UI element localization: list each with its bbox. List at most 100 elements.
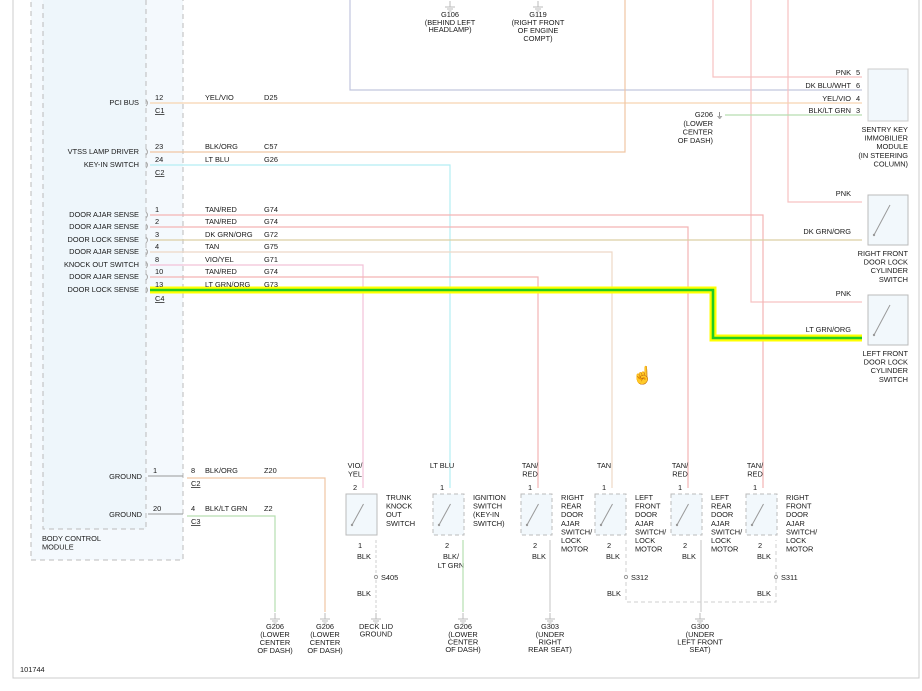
wire-tan-red (150, 214, 764, 488)
circuit-number: G73 (264, 280, 278, 289)
splice-id: S312 (631, 573, 648, 582)
component-name: SWITCH (879, 275, 908, 284)
switch-box (670, 493, 703, 536)
switch-box (520, 493, 553, 536)
highlighted-wire-core (150, 288, 862, 340)
splice-point (373, 574, 379, 580)
circuit-number: C57 (264, 142, 278, 151)
switch-pivot (599, 523, 603, 527)
ground-icon: ⏚ (716, 111, 723, 120)
pin-function-label: KNOCK OUT SWITCH (64, 260, 139, 269)
ground-location: OF DASH) (307, 646, 342, 655)
connector-id: C1 (155, 106, 164, 115)
module-name: MODULE (42, 543, 74, 552)
pin-number: 2 (683, 541, 687, 550)
pin-number: 2 (155, 217, 159, 226)
ground-wire (187, 477, 326, 612)
wire-color-label: TAN/RED (205, 205, 237, 214)
pin-number: 3 (155, 230, 159, 239)
sentry-key-immobilizer-module (867, 68, 909, 122)
wire-color-label: LT BLU (430, 461, 454, 470)
component-name: SWITCH (386, 519, 415, 528)
wire-color-label: BLK (606, 552, 620, 561)
wire-color-label: TAN (205, 242, 219, 251)
pin-number: 2 (353, 483, 357, 492)
wire-color-label: TAN (597, 461, 611, 470)
pin-number: 10 (155, 267, 163, 276)
component-name: MOTOR (786, 545, 813, 554)
connector-id: C4 (155, 294, 164, 303)
wire-color-label: PNK (836, 289, 851, 298)
hand-pointer-icon: ☝ (632, 365, 653, 386)
switch-pivot (872, 333, 876, 337)
circuit-number: Z2 (264, 504, 273, 513)
connector-id: C2 (155, 168, 164, 177)
pin-number: 4 (191, 504, 195, 513)
switch-box (432, 493, 465, 536)
switch-box (345, 493, 378, 536)
component-name: MOTOR (561, 545, 588, 554)
ground-wire (187, 515, 276, 612)
wire-color-label: TAN/RED (205, 267, 237, 276)
splice-id: S311 (781, 573, 798, 582)
wire-color-label: BLK (357, 552, 371, 561)
circuit-number: G74 (264, 217, 278, 226)
wire-color-label: DK GRN/ORG (205, 230, 253, 239)
switch-box (745, 493, 778, 536)
wire-color-label: PNK (836, 189, 851, 198)
pin-function-label: PCI BUS (109, 98, 139, 107)
circuit-number: Z20 (264, 466, 277, 475)
splice-id: S405 (381, 573, 398, 582)
splice-point (773, 574, 779, 580)
wire-color-label: YEL/VIO (822, 94, 851, 103)
pin-number: 20 (153, 504, 161, 513)
pin-function-label: GROUND (109, 472, 142, 481)
circuit-number: G72 (264, 230, 278, 239)
ground-location: GROUND (360, 630, 393, 639)
pin-number: 1 (753, 483, 757, 492)
wire-color-label: LT BLU (205, 155, 229, 164)
wire-color-label: BLK/ORG (205, 142, 238, 151)
diagram-id: 101744 (20, 665, 45, 674)
ground-location: HEADLAMP) (428, 25, 471, 34)
ground-location: SEAT) (689, 645, 710, 654)
wire-color-label: TAN/RED (205, 217, 237, 226)
circuit-number: G74 (264, 267, 278, 276)
wire-lt-blu (150, 164, 451, 488)
circuit-number: G71 (264, 255, 278, 264)
wire-color-label: PNK (836, 68, 851, 77)
pin-function-label: DOOR AJAR SENSE (69, 247, 139, 256)
ground-location: REAR SEAT) (528, 645, 572, 654)
splice-point (623, 574, 629, 580)
pin-number: 5 (856, 68, 860, 77)
wire-color-label: RED (522, 470, 538, 479)
wire-color-label: BLK/ (443, 552, 460, 561)
pin-function-label: VTSS LAMP DRIVER (68, 147, 139, 156)
ground-id: G206 (695, 110, 713, 119)
pin-function-label: DOOR LOCK SENSE (68, 285, 140, 294)
component-name: SWITCH) (473, 519, 505, 528)
pin-number: 2 (758, 541, 762, 550)
wire-color-label: DK GRN/ORG (803, 227, 851, 236)
pin-number: 24 (155, 155, 163, 164)
wire-color-label: YEL (348, 470, 362, 479)
circuit-number: D25 (264, 93, 278, 102)
pin-number: 1 (440, 483, 444, 492)
pin-number: 2 (533, 541, 537, 550)
wire-color-label: BLK (757, 589, 771, 598)
switch-box (594, 493, 627, 536)
pin-number: 3 (856, 106, 860, 115)
pin-number: 4 (856, 94, 860, 103)
connector-id: C3 (191, 517, 200, 526)
pin-function-label: KEY-IN SWITCH (84, 160, 139, 169)
pin-number: 8 (155, 255, 159, 264)
switch-pivot (437, 523, 441, 527)
wire-color-label: LT GRN/ORG (205, 280, 251, 289)
pin-number: 1 (155, 205, 159, 214)
pin-number: 8 (191, 466, 195, 475)
wire-color-label: BLK/LT GRN (809, 106, 851, 115)
wire-color-label: VIO/YEL (205, 255, 234, 264)
wire-color-label: YEL/VIO (205, 93, 234, 102)
wire-color-label: RED (672, 470, 688, 479)
pin-function-label: GROUND (109, 510, 142, 519)
